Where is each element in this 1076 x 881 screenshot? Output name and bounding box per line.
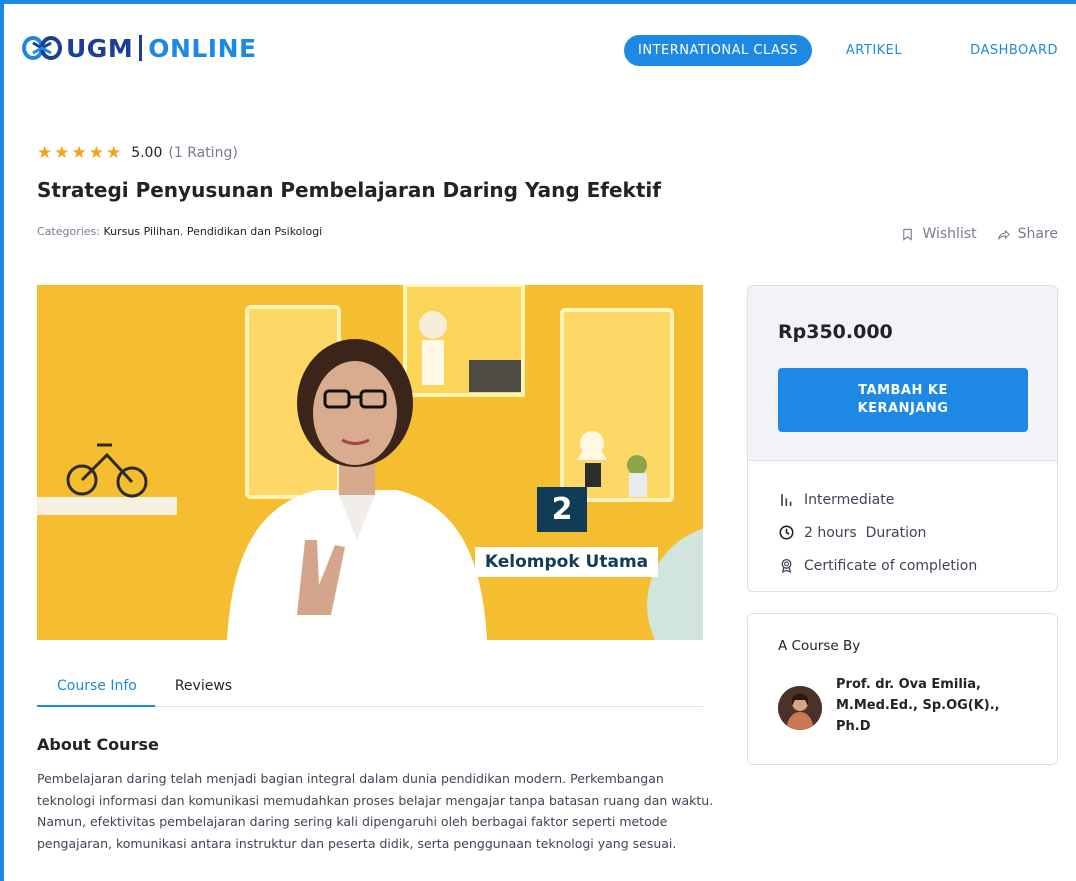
course-duration: 2 hours Duration: [804, 524, 927, 541]
meta-duration: 2 hours Duration: [778, 516, 1057, 549]
tab-course-info[interactable]: Course Info: [37, 668, 155, 707]
course-actions: Wishlist Share: [901, 226, 1058, 242]
rating-value: 5.00: [131, 145, 163, 161]
course-tabs: Course Info Reviews: [37, 668, 703, 707]
price-section: Rp350.000 TAMBAH KE KERANJANG: [748, 286, 1057, 461]
wishlist-label: Wishlist: [922, 226, 977, 242]
window-frame-left: [0, 0, 4, 881]
nav-artikel[interactable]: ARTIKEL: [846, 43, 902, 58]
video-badge-number: 2: [537, 487, 587, 532]
clock-icon: [778, 525, 794, 541]
categories-label: Categories:: [37, 225, 100, 238]
instructor-card: A Course By Prof. dr. Ova Emilia, M.Med.…: [747, 613, 1058, 765]
course-certificate: Certificate of completion: [804, 557, 978, 574]
add-to-cart-button[interactable]: TAMBAH KE KERANJANG: [778, 368, 1028, 432]
course-rating: ★★★★★ 5.00 (1 Rating): [37, 143, 238, 163]
meta-level: Intermediate: [778, 483, 1057, 516]
category-separator: ,: [179, 225, 184, 238]
instructor-label: A Course By: [778, 638, 861, 654]
meta-certificate: Certificate of completion: [778, 549, 1057, 582]
tab-reviews[interactable]: Reviews: [155, 668, 250, 707]
share-arrow-icon: [997, 229, 1010, 240]
ugm-logo-icon: [22, 36, 62, 60]
about-course-heading: About Course: [37, 735, 159, 754]
share-label: Share: [1017, 226, 1058, 242]
certificate-icon: [778, 558, 794, 574]
level-bars-icon: [778, 492, 794, 508]
main-nav: INTERNATIONAL CLASS ARTIKEL DASHBOARD: [624, 35, 1058, 66]
instructor-avatar[interactable]: [778, 686, 822, 730]
instructor-name[interactable]: Prof. dr. Ova Emilia, M.Med.Ed., Sp.OG(K…: [836, 674, 1036, 737]
course-title: Strategi Penyusunan Pembelajaran Daring …: [37, 178, 661, 202]
bookmark-icon: [903, 228, 913, 241]
course-price: Rp350.000: [778, 321, 893, 343]
wishlist-button[interactable]: Wishlist: [901, 226, 977, 242]
video-thumbnail: [37, 285, 703, 640]
category-link[interactable]: Pendidikan dan Psikologi: [187, 225, 322, 238]
logo-online-text: ONLINE: [148, 33, 257, 63]
course-categories: Categories: Kursus Pilihan, Pendidikan d…: [37, 225, 322, 238]
rating-stars-icon: ★★★★★: [37, 143, 124, 162]
rating-count: (1 Rating): [168, 145, 238, 161]
category-link[interactable]: Kursus Pilihan: [104, 225, 180, 238]
logo-divider: [139, 35, 143, 61]
video-caption: Kelompok Utama: [475, 547, 658, 577]
ugm-online-logo[interactable]: UGM ONLINE: [22, 30, 257, 66]
logo-ugm-text: UGM: [66, 33, 134, 63]
nav-international-class[interactable]: INTERNATIONAL CLASS: [624, 35, 812, 66]
window-frame-top: [0, 0, 1076, 4]
course-level: Intermediate: [804, 491, 895, 508]
course-price-card: Rp350.000 TAMBAH KE KERANJANG Intermedia…: [747, 285, 1058, 592]
share-button[interactable]: Share: [997, 226, 1058, 242]
course-intro-video[interactable]: 2 Kelompok Utama: [37, 285, 703, 640]
nav-dashboard[interactable]: DASHBOARD: [970, 43, 1058, 58]
course-meta-list: Intermediate 2 hours Duration Certificat…: [748, 461, 1057, 582]
about-course-text: Pembelajaran daring telah menjadi bagian…: [37, 771, 714, 851]
